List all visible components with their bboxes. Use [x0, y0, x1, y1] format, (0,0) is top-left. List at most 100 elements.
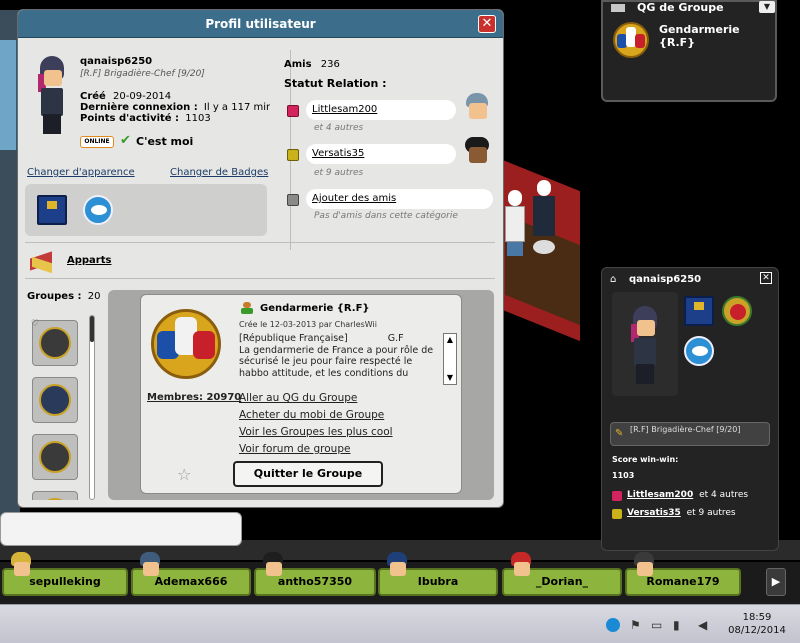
- rooms-link[interactable]: Apparts: [67, 255, 111, 266]
- group-thumb-4[interactable]: [32, 491, 78, 500]
- friend-avatar: [629, 552, 659, 584]
- card-avatar: [625, 306, 665, 386]
- online-badge: ONLINE: [80, 136, 114, 148]
- friend-name: Ademax666: [154, 575, 228, 588]
- group-description-box: [République Française] G.F La gendarmerie…: [239, 333, 439, 385]
- relation-smile-name[interactable]: Versatis35: [312, 148, 364, 159]
- group-hq-window: QG de Groupe ▼ Gendarmerie {R.F}: [601, 0, 777, 102]
- activity-label: Points d'activité :: [80, 113, 180, 124]
- group-thumb-gendarmerie[interactable]: ♡: [31, 319, 78, 366]
- clock[interactable]: 18:59 08/12/2014: [722, 611, 792, 637]
- friend-name: antho57350: [277, 575, 353, 588]
- profile-window-title[interactable]: Profil utilisateur: [18, 10, 503, 38]
- add-friends-link[interactable]: Ajouter des amis: [312, 193, 396, 204]
- groups-scrollbar[interactable]: [89, 315, 95, 500]
- friend-avatar: [258, 552, 288, 584]
- heart-icon: [287, 105, 299, 117]
- hq-group-name[interactable]: Gendarmerie {R.F}: [659, 23, 775, 49]
- windows-taskbar: ⚑ ▭ ▮ ◀ 18:59 08/12/2014: [0, 604, 800, 643]
- rooms-icon[interactable]: [28, 251, 56, 274]
- card-motto-box[interactable]: ✎ [R.F] Brigadière-Chef [9/20]: [610, 422, 770, 446]
- relation-row-none[interactable]: Ajouter des amis: [306, 189, 493, 209]
- change-badges-link[interactable]: Changer de Badges: [170, 167, 268, 178]
- leave-group-button[interactable]: Quitter le Groupe: [233, 461, 383, 487]
- friends-count: 236: [320, 59, 340, 70]
- friends-next-arrow-icon[interactable]: ▶: [766, 568, 786, 596]
- card-rel1-others: et 4 autres: [699, 490, 749, 500]
- score-value: 1103: [612, 471, 635, 480]
- relation-smile-avatar[interactable]: [462, 137, 492, 169]
- friend-item[interactable]: Romane179: [625, 552, 741, 596]
- created-label: Créé: [80, 91, 106, 102]
- card-user-name: qanaisp6250: [629, 274, 702, 285]
- group-link-coolest[interactable]: Voir les Groupes les plus cool: [239, 426, 393, 438]
- friend-item[interactable]: Ademax666: [131, 552, 251, 596]
- relation-row-smile[interactable]: Versatis35: [306, 144, 456, 164]
- hq-group-badge-icon: [613, 22, 649, 58]
- groups-label: Groupes :: [27, 291, 82, 302]
- relation-row-heart[interactable]: Littlesam200: [306, 100, 456, 120]
- user-info-card: ⌂ qanaisp6250 ✕ ✎ [R.F] Brigadière-Chef …: [601, 267, 779, 551]
- relation-heart-name[interactable]: Littlesam200: [312, 104, 377, 115]
- card-group-badge-icon[interactable]: [722, 296, 752, 326]
- scroll-down-icon[interactable]: ▼: [444, 372, 456, 384]
- home-icon[interactable]: ⌂: [610, 274, 616, 285]
- group-detail-panel: Gendarmerie {R.F} Crée le 12-03-2013 par…: [108, 290, 494, 500]
- group-thumb-2[interactable]: [32, 377, 78, 423]
- card-rel1-name[interactable]: Littlesam200: [627, 490, 693, 500]
- last-login-value: Il y a 117 minutes: [203, 102, 270, 113]
- friend-name: Ibubra: [417, 575, 459, 588]
- description-scrollbar[interactable]: ▲ ▼: [443, 333, 457, 385]
- tray-app-icon[interactable]: [606, 618, 620, 632]
- group-members-link[interactable]: Membres: 20970: [147, 392, 241, 403]
- group-tag-right: G.F: [387, 333, 404, 344]
- group-link-buy-furni[interactable]: Acheter du mobi de Groupe: [239, 409, 384, 421]
- group-name: Gendarmerie {R.F}: [260, 303, 370, 314]
- group-link-hq[interactable]: Aller au QG du Groupe: [239, 392, 357, 404]
- relation-heart-avatar[interactable]: [462, 93, 492, 125]
- activity-value: 1103: [185, 113, 211, 124]
- friend-avatar: [506, 552, 536, 584]
- dove-badge-icon[interactable]: [83, 195, 113, 225]
- change-look-link[interactable]: Changer d'apparence: [27, 167, 135, 178]
- card-smile-icon: [612, 509, 622, 519]
- group-link-forum[interactable]: Voir forum de groupe: [239, 443, 350, 455]
- display-icon[interactable]: ▭: [651, 618, 665, 632]
- card-dove-badge-icon[interactable]: [684, 336, 714, 366]
- network-icon[interactable]: ▮: [673, 618, 687, 632]
- card-close-button[interactable]: ✕: [760, 272, 772, 284]
- book-badge-icon[interactable]: [37, 195, 67, 225]
- friend-item[interactable]: sepulleking: [2, 552, 128, 596]
- friend-item[interactable]: antho57350: [254, 552, 376, 596]
- user-name: qanaisp6250: [80, 56, 153, 67]
- volume-icon[interactable]: ◀: [698, 618, 712, 632]
- flag-icon[interactable]: ⚑: [630, 618, 644, 632]
- group-thumb-3[interactable]: [32, 434, 78, 480]
- hq-icon: [611, 2, 627, 14]
- friend-item[interactable]: _Dorian_: [502, 552, 622, 596]
- chat-input[interactable]: [0, 512, 242, 546]
- group-detail-card: Gendarmerie {R.F} Crée le 12-03-2013 par…: [140, 294, 462, 494]
- groups-list: ♡: [28, 315, 98, 500]
- smile-icon: [287, 149, 299, 161]
- card-rel2-name[interactable]: Versatis35: [627, 508, 681, 518]
- card-avatar-frame: [612, 292, 678, 396]
- close-profile-button[interactable]: ✕: [478, 15, 496, 33]
- user-avatar: [32, 56, 72, 136]
- hq-title: QG de Groupe: [637, 1, 724, 14]
- divider: [25, 242, 495, 243]
- profile-window: Profil utilisateur ✕ qanaisp6250 [R.F] B…: [17, 9, 504, 508]
- scroll-up-icon[interactable]: ▲: [444, 334, 456, 346]
- clock-time: 18:59: [742, 612, 772, 623]
- friend-avatar: [6, 552, 36, 584]
- friend-item[interactable]: Ibubra: [378, 552, 498, 596]
- skull-icon: [287, 194, 299, 206]
- relation-smile-others: et 9 autres: [314, 168, 364, 178]
- friends-bar: sepulleking Ademax666 antho57350 Ibubra …: [0, 552, 800, 604]
- favorite-star-icon[interactable]: ☆: [177, 465, 191, 484]
- groups-count: 20: [87, 291, 101, 302]
- hq-collapse-button[interactable]: ▼: [759, 1, 775, 13]
- check-icon: ✔: [120, 133, 131, 148]
- card-book-badge-icon[interactable]: [684, 296, 714, 326]
- group-description: La gendarmerie de France a pour rôle de …: [239, 344, 434, 379]
